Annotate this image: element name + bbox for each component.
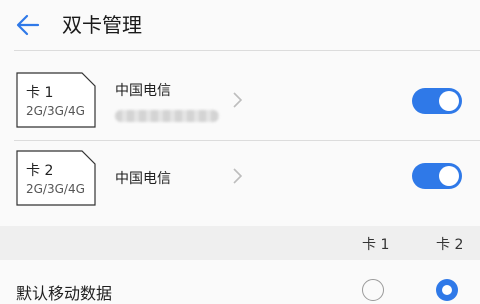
chevron-right-icon[interactable] xyxy=(230,166,244,186)
row-divider xyxy=(14,140,480,141)
sim1-number-obscured xyxy=(115,110,219,122)
toggle-knob xyxy=(439,166,459,186)
page-title: 双卡管理 xyxy=(62,13,142,37)
header-divider xyxy=(14,50,480,51)
sim2-toggle[interactable] xyxy=(412,163,462,189)
default-data-sim2-radio[interactable] xyxy=(436,279,458,301)
title-bar: 双卡管理 xyxy=(0,0,480,50)
column-sim2-label: 卡 2 xyxy=(436,237,464,253)
radio-selected-dot xyxy=(442,285,452,295)
default-settings-header xyxy=(0,226,480,260)
column-sim1-label: 卡 1 xyxy=(362,237,390,253)
default-data-sim1-radio[interactable] xyxy=(362,279,384,301)
sim2-card-icon: 卡 2 2G/3G/4G xyxy=(16,150,96,206)
sim2-network: 2G/3G/4G xyxy=(26,182,85,196)
sim1-card-icon: 卡 1 2G/3G/4G xyxy=(16,72,96,128)
sim2-row[interactable]: 卡 2 2G/3G/4G 中国电信 xyxy=(0,148,480,220)
sim1-toggle[interactable] xyxy=(412,88,462,114)
sim1-network: 2G/3G/4G xyxy=(26,104,85,118)
sim1-row[interactable]: 卡 1 2G/3G/4G 中国电信 xyxy=(0,64,480,136)
toggle-knob xyxy=(439,91,459,111)
sim2-name: 卡 2 xyxy=(26,163,54,179)
sim1-carrier: 中国电信 xyxy=(115,83,171,99)
sim1-name: 卡 1 xyxy=(26,85,54,101)
default-data-label: 默认移动数据 xyxy=(16,284,113,303)
sim2-carrier: 中国电信 xyxy=(115,171,171,187)
arrow-left-icon[interactable] xyxy=(14,12,42,38)
chevron-right-icon[interactable] xyxy=(230,90,244,110)
